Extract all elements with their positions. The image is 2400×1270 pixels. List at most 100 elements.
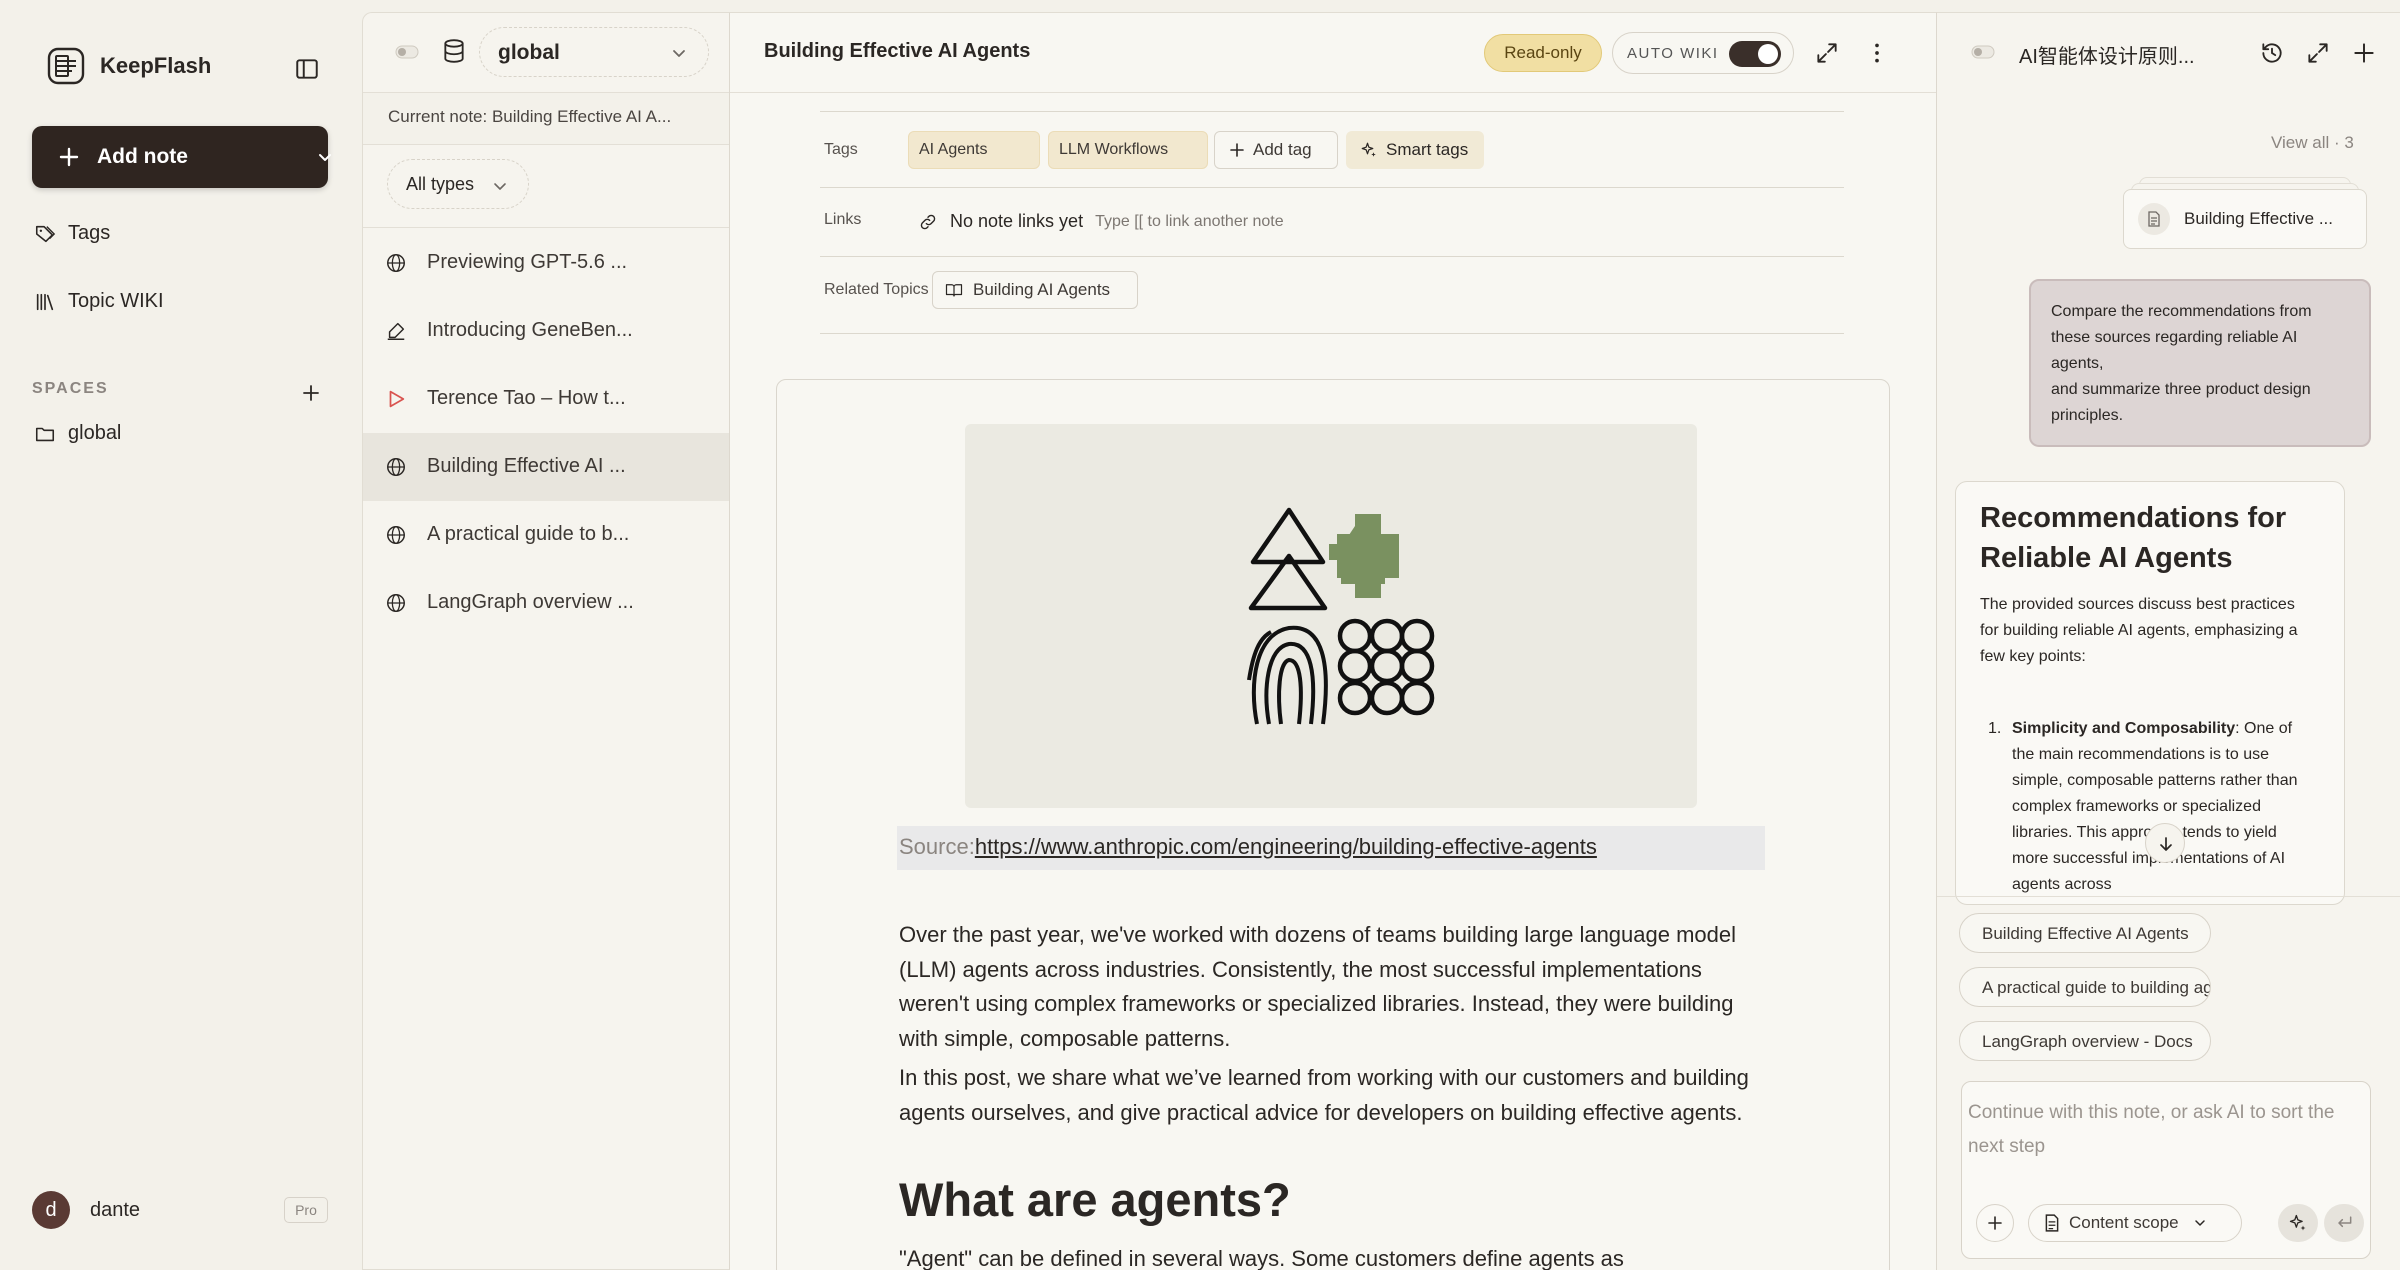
sparkles-icon — [2289, 1214, 2306, 1231]
ai-chat-panel: AI智能体设计原则... View all · 3 Building Effec… — [1936, 12, 2400, 1270]
content-scope-select[interactable]: Content scope — [2028, 1204, 2242, 1242]
list-item[interactable]: Previewing GPT-5.6 ... — [363, 229, 729, 297]
chat-title: AI智能体设计原则... — [2019, 46, 2195, 68]
auto-wiki-switch[interactable] — [1729, 41, 1781, 67]
links-row: No note links yet Type [[ to link anothe… — [918, 211, 1284, 232]
user-message-line: Compare the recommendations from these s… — [2051, 303, 2312, 372]
globe-icon — [387, 526, 405, 544]
add-space-icon[interactable] — [300, 382, 322, 404]
attach-button[interactable] — [1976, 1204, 2014, 1242]
tags-icon — [35, 225, 56, 242]
add-tag-button[interactable]: Add tag — [1214, 131, 1338, 169]
user-profile[interactable]: d dante — [32, 1191, 140, 1229]
suggested-source-chip[interactable]: Building Effective AI Agents — [1959, 913, 2211, 953]
ai-assist-button[interactable] — [2278, 1204, 2318, 1242]
plus-icon — [59, 147, 79, 167]
type-filter-select[interactable]: All types — [387, 159, 529, 209]
note-header: Building Effective AI Agents Read-only A… — [730, 13, 1936, 93]
arrow-down-icon — [2160, 837, 2172, 851]
panel-toggle-icon[interactable] — [1971, 45, 1995, 59]
user-message: Compare the recommendations from these s… — [2029, 279, 2371, 447]
source-link[interactable]: https://www.anthropic.com/engineering/bu… — [975, 834, 1597, 859]
panel-toggle-icon[interactable] — [395, 45, 419, 59]
new-chat-plus-icon[interactable] — [2351, 40, 2377, 66]
spaces-heading: SPACES — [32, 380, 109, 397]
history-icon[interactable] — [2259, 40, 2285, 66]
globe-icon — [387, 594, 405, 612]
answer-intro: The provided sources discuss best practi… — [1980, 596, 2298, 665]
source-label: Source: — [899, 834, 975, 859]
note-title: Building Effective AI ... — [427, 455, 626, 477]
auto-wiki-toggle[interactable]: AUTO WIKI — [1612, 32, 1794, 74]
brand[interactable]: KeepFlash — [46, 46, 211, 86]
smart-tags-button[interactable]: Smart tags — [1346, 131, 1484, 169]
view-all-sources-link[interactable]: View all · 3 — [2271, 133, 2354, 153]
scroll-down-button[interactable] — [2145, 823, 2185, 863]
source-card-stack: Building Effective ... — [2123, 177, 2367, 249]
list-item[interactable]: Introducing GeneBen... — [363, 297, 729, 365]
answer-point-title: Simplicity and Composability — [2012, 720, 2236, 737]
links-label: Links — [824, 211, 862, 228]
divider — [820, 333, 1844, 334]
chevron-down-icon — [494, 183, 506, 190]
note-title: A practical guide to b... — [427, 523, 630, 545]
chat-input[interactable] — [1968, 1096, 2364, 1186]
sidebar-item-topic-wiki[interactable]: Topic WIKI — [34, 290, 164, 313]
chat-composer: Content scope — [1961, 1081, 2371, 1259]
sidebar-item-label: Topic WIKI — [68, 290, 164, 312]
space-item-global[interactable]: global — [34, 422, 121, 445]
sidebar: KeepFlash Add note Tags Topic WIKI SPACE… — [0, 0, 362, 1270]
book-open-icon — [945, 284, 963, 297]
source-card[interactable]: Building Effective ... — [2123, 189, 2367, 249]
list-number: 1. — [1988, 720, 2002, 737]
user-message-line: and summarize three product design princ… — [2051, 381, 2311, 424]
sidebar-item-tags[interactable]: Tags — [34, 222, 110, 245]
avatar: d — [32, 1191, 70, 1229]
space-select[interactable]: global — [479, 27, 709, 77]
note-list-panel: global Current note: Building Effective … — [362, 12, 730, 1270]
chevron-down-icon — [2194, 1220, 2205, 1226]
expand-icon[interactable] — [1814, 40, 1840, 66]
more-vertical-icon[interactable] — [1864, 40, 1890, 66]
sidebar-item-label: Tags — [68, 222, 111, 244]
paragraph: Over the past year, we've worked with do… — [899, 922, 1737, 1051]
answer-point-text: : One of the main recommendations is to … — [2012, 720, 2298, 893]
content-scope-label: Content scope — [2069, 1213, 2179, 1232]
sidebar-toggle-icon[interactable] — [294, 56, 320, 82]
database-icon — [444, 39, 464, 63]
note-list-header: global — [363, 13, 729, 93]
page-title: Building Effective AI Agents — [764, 40, 1031, 62]
current-note-label: Current note: Building Effective AI A... — [363, 93, 729, 145]
suggested-source-chip[interactable]: A practical guide to building agents — [1959, 967, 2211, 1007]
document-icon — [2138, 203, 2170, 235]
enter-icon — [2338, 1216, 2352, 1228]
related-topics-label: Related Topics — [824, 281, 929, 298]
space-label: global — [68, 422, 122, 444]
note-content: Source:https://www.anthropic.com/enginee… — [776, 379, 1890, 1270]
links-hint: Type [[ to link another note — [1095, 212, 1284, 230]
divider — [820, 187, 1844, 188]
tag-chip[interactable]: AI Agents — [908, 131, 1040, 169]
readonly-badge: Read-only — [1484, 34, 1602, 72]
list-item-active[interactable]: Building Effective AI ... — [363, 433, 729, 501]
space-select-value: global — [498, 41, 560, 64]
related-topic-chip[interactable]: Building AI Agents — [932, 271, 1138, 309]
globe-icon — [387, 254, 405, 272]
links-empty-text: No note links yet — [950, 211, 1084, 231]
list-item[interactable]: Terence Tao – How t... — [363, 365, 729, 433]
agents-illustration-icon — [1247, 507, 1435, 725]
list-item[interactable]: LangGraph overview ... — [363, 569, 729, 637]
suggested-source-chip[interactable]: LangGraph overview - Docs — [1959, 1021, 2211, 1061]
list-item[interactable]: A practical guide to b... — [363, 501, 729, 569]
send-button[interactable] — [2324, 1204, 2364, 1242]
tag-chip[interactable]: LLM Workflows — [1048, 131, 1208, 169]
chevron-down-icon — [673, 50, 685, 57]
expand-icon[interactable] — [2305, 40, 2331, 66]
chevron-down-icon[interactable] — [316, 148, 334, 166]
document-icon — [2045, 1214, 2059, 1232]
add-tag-label: Add tag — [1253, 140, 1312, 159]
library-icon — [36, 293, 54, 310]
switch-knob — [1758, 44, 1778, 64]
add-note-button[interactable]: Add note — [32, 126, 331, 188]
plus-icon — [1230, 143, 1244, 157]
